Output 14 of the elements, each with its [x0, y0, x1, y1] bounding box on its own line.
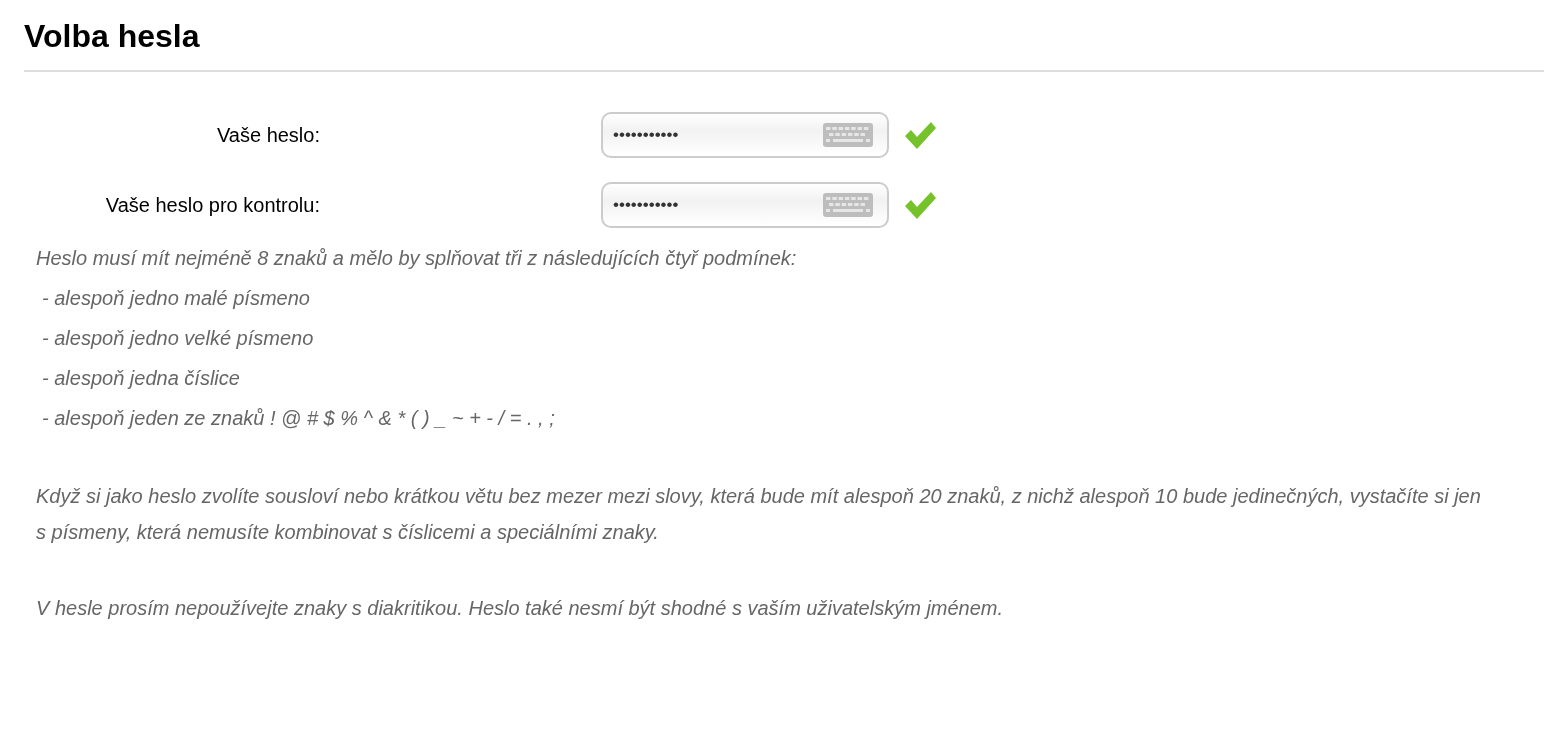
keyboard-icon[interactable] [823, 123, 873, 147]
password-field[interactable]: ••••••••••• [601, 182, 889, 228]
password-field[interactable]: ••••••••••• [601, 112, 889, 158]
rule-item: - alespoň jedna číslice [41, 366, 241, 391]
page-title: Volba hesla [24, 17, 201, 56]
rule-item: - alespoň jedno velké písmeno [41, 326, 315, 351]
note-paragraph: V hesle prosím nepoužívejte znaky s diakritikou. Heslo také nesmí být shodné s vaším uživatelským jménem. [36, 596, 1005, 621]
rule-item: - alespoň jeden ze znaků ! @ # $ % ^ & * ( ) _ ~ + - / = . , ; [41, 406, 556, 431]
field-label: Vaše heslo pro kontrolu: [104, 193, 320, 217]
rules-intro: Heslo musí mít nejméně 8 znaků a mělo by splňovat tři z následujících čtyř podmínek: [36, 246, 798, 271]
note-paragraph: Když si jako heslo zvolíte sousloví nebo krátkou větu bez mezer mezi slovy, která bude mít alespoň 20 znaků, z nichž alespoň 10 bude jedinečných, vystačíte si jen s písmeny, která nemusíte kombinovat s číslicemi a speciálními znaky. [36, 484, 1482, 545]
rule-item: - alespoň jedno malé písmeno [41, 286, 311, 311]
keyboard-icon[interactable] [823, 193, 873, 217]
field-label: Vaše heslo: [215, 123, 320, 147]
